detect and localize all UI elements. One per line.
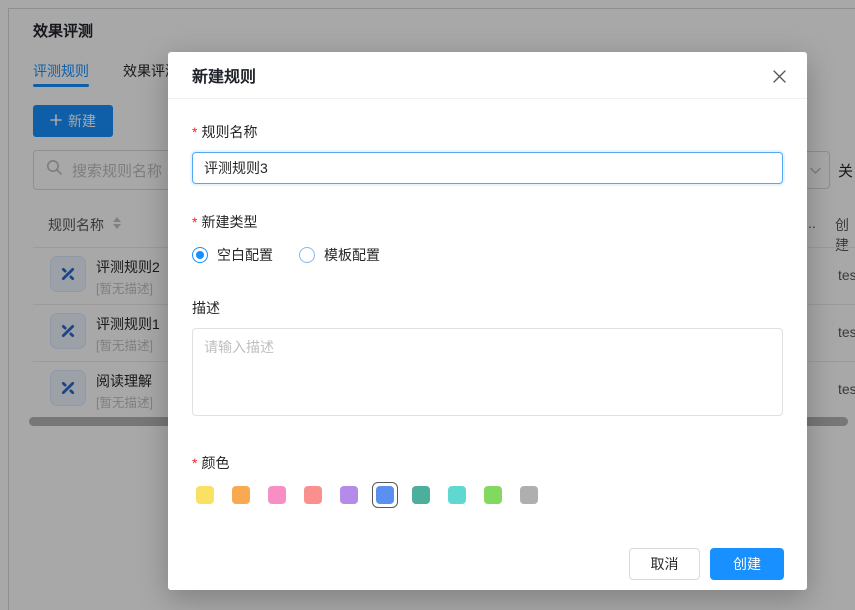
color-swatch-teal[interactable]	[408, 482, 434, 508]
required-mark: *	[192, 214, 198, 230]
radio-unselected-icon	[299, 247, 315, 263]
description-label: 描述	[192, 300, 220, 316]
modal-body: * 规则名称 * 新建类型 空白配置 模板配置 描述 * 颜色	[168, 122, 807, 508]
create-rule-modal: 新建规则 * 规则名称 * 新建类型 空白配置 模板配置 描述	[168, 52, 807, 590]
color-swatch-group	[192, 482, 783, 508]
close-icon[interactable]	[767, 64, 791, 88]
required-mark: *	[192, 124, 198, 140]
color-swatch-purple[interactable]	[336, 482, 362, 508]
radio-blank-config[interactable]: 空白配置	[192, 245, 273, 265]
description-textarea[interactable]	[192, 328, 783, 416]
radio-template-config[interactable]: 模板配置	[299, 245, 380, 265]
color-swatch-salmon[interactable]	[300, 482, 326, 508]
color-swatch-pink[interactable]	[264, 482, 290, 508]
modal-footer: 取消 创建	[629, 548, 784, 580]
create-type-radio-group: 空白配置 模板配置	[192, 245, 783, 265]
create-type-label: * 新建类型	[192, 214, 258, 230]
color-swatch-gray[interactable]	[516, 482, 542, 508]
color-swatch-green[interactable]	[480, 482, 506, 508]
modal-header: 新建规则	[168, 52, 807, 99]
radio-selected-icon	[192, 247, 208, 263]
color-label: * 颜色	[192, 455, 230, 471]
color-swatch-orange[interactable]	[228, 482, 254, 508]
required-mark: *	[192, 455, 198, 471]
cancel-button[interactable]: 取消	[629, 548, 700, 580]
rule-name-input[interactable]	[192, 152, 783, 184]
color-swatch-yellow[interactable]	[192, 482, 218, 508]
create-button[interactable]: 创建	[710, 548, 784, 580]
color-swatch-blue-selected[interactable]	[372, 482, 398, 508]
modal-title: 新建规则	[192, 69, 257, 86]
rule-name-label: * 规则名称	[192, 124, 258, 140]
color-swatch-cyan[interactable]	[444, 482, 470, 508]
